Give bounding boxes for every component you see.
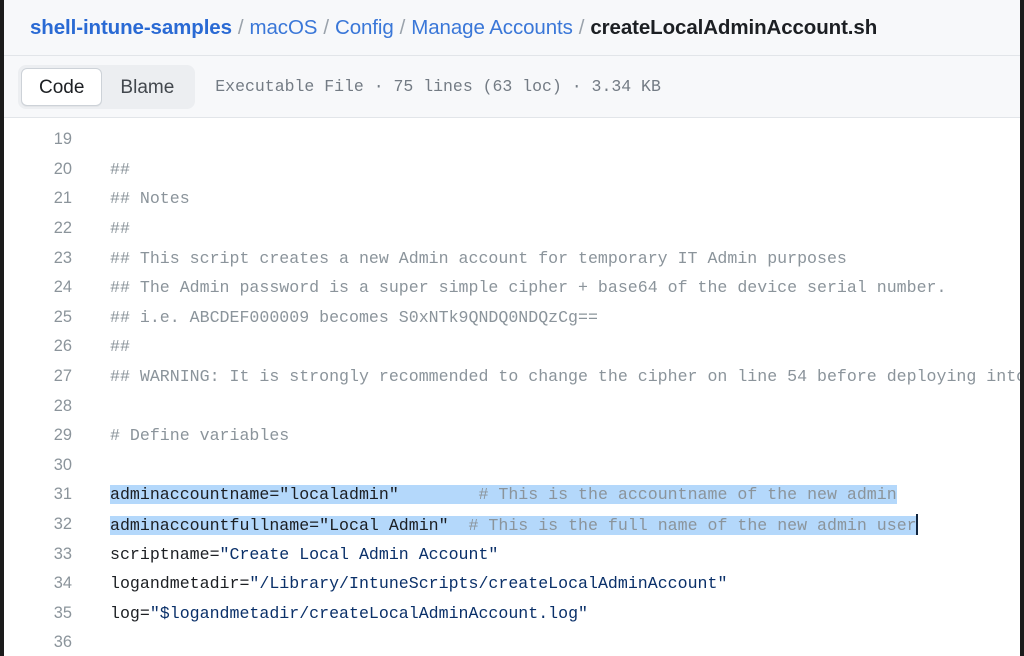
line-number[interactable]: 22	[4, 219, 86, 238]
line-content[interactable]: ## The Admin password is a super simple …	[86, 278, 1020, 297]
breadcrumb-link-1[interactable]: macOS	[250, 16, 318, 40]
line-number[interactable]: 36	[4, 633, 86, 647]
line-number[interactable]: 34	[4, 574, 86, 593]
line-content[interactable]: ## Notes	[86, 189, 1020, 208]
breadcrumb-link-3[interactable]: Manage Accounts	[411, 16, 573, 40]
code-line: 28	[4, 391, 1020, 421]
line-content[interactable]: adminaccountname="localadmin" # This is …	[86, 485, 1020, 505]
code-line: 33 scriptname="Create Local Admin Account…	[4, 539, 1020, 569]
code-token-plain: log=	[110, 603, 150, 623]
line-content[interactable]: ## This script creates a new Admin accou…	[86, 249, 1020, 268]
breadcrumb-current-file: createLocalAdminAccount.sh	[590, 15, 878, 39]
code-token-comment: ## i.e. ABCDEF000009 becomes S0xNTk9QNDQ…	[110, 307, 598, 327]
line-number[interactable]: 35	[4, 604, 86, 623]
code-token-comment: ## The Admin password is a super simple …	[110, 278, 947, 298]
code-line: 30	[4, 451, 1020, 481]
code-token-plain: adminaccountfullname="Local Admin"	[110, 516, 449, 536]
code-token-comment: # This is the full name of the new admin…	[468, 516, 917, 536]
code-line: 34 logandmetadir="/Library/IntuneScripts/…	[4, 569, 1020, 599]
code-line: 22 ##	[4, 214, 1020, 244]
line-number[interactable]: 23	[4, 249, 86, 268]
line-content[interactable]: log="$logandmetadir/createLocalAdminAcco…	[86, 604, 1020, 623]
code-token-plain: adminaccountname="localadmin"	[110, 485, 399, 505]
code-token-plain: scriptname=	[110, 544, 220, 564]
code-line: 32 adminaccountfullname="Local Admin" # T…	[4, 510, 1020, 540]
code-token-comment: ##	[110, 159, 130, 179]
line-number[interactable]: 28	[4, 397, 86, 416]
line-content[interactable]: ##	[86, 337, 1020, 356]
code-line: 19	[4, 125, 1020, 155]
breadcrumb-link-2[interactable]: Config	[335, 16, 394, 40]
code-line: 35 log="$logandmetadir/createLocalAdminAc…	[4, 599, 1020, 629]
code-token-string: "Create Local Admin Account"	[219, 544, 499, 564]
code-token-comment: ##	[110, 219, 130, 239]
line-content[interactable]: ## i.e. ABCDEF000009 becomes S0xNTk9QNDQ…	[86, 308, 1020, 327]
line-number[interactable]: 33	[4, 545, 86, 564]
breadcrumb-separator: /	[323, 15, 329, 39]
code-token-comment: ## WARNING: It is strongly recommended t…	[110, 367, 1020, 387]
code-token-comment: # Define variables	[110, 426, 290, 446]
code-token-plain	[398, 485, 479, 505]
code-token-plain: logandmetadir=	[110, 574, 250, 594]
code-blame-toggle[interactable]: Code Blame	[18, 64, 196, 109]
breadcrumb-link-0[interactable]: shell-intune-samples	[30, 16, 232, 40]
file-metadata-text: Executable File · 75 lines (63 loc) · 3.…	[215, 77, 661, 96]
line-number[interactable]: 26	[4, 337, 86, 356]
code-token-string: "/Library/IntuneScripts/createLocalAdmin…	[249, 574, 728, 594]
code-token-string: "$logandmetadir/createLocalAdminAccount.…	[149, 603, 588, 623]
line-number[interactable]: 25	[4, 308, 86, 327]
line-number[interactable]: 20	[4, 160, 86, 179]
code-line: 26 ##	[4, 332, 1020, 362]
line-number[interactable]: 30	[4, 456, 86, 475]
code-line: 27 ## WARNING: It is strongly recommended…	[4, 362, 1020, 392]
code-token-comment: ## This script creates a new Admin accou…	[110, 248, 847, 268]
code-viewer[interactable]: 19 20 ## 21 ## Notes 22 ## 23 ## This script cre…	[4, 118, 1020, 647]
breadcrumb: shell-intune-samples / macOS / Config / Manage…	[30, 16, 877, 40]
code-line: 31 adminaccountname="localadmin" # This i…	[4, 480, 1020, 510]
code-line: 36	[4, 628, 1020, 647]
code-line: 21 ## Notes	[4, 184, 1020, 214]
line-content[interactable]: ##	[86, 160, 1020, 179]
line-content[interactable]: ##	[86, 219, 1020, 238]
code-token-plain	[448, 516, 469, 536]
line-content[interactable]: logandmetadir="/Library/IntuneScripts/cr…	[86, 574, 1020, 593]
file-viewer-window: shell-intune-samples / macOS / Config / Manage…	[0, 0, 1024, 656]
code-line: 29 # Define variables	[4, 421, 1020, 451]
code-line: 20 ##	[4, 155, 1020, 185]
breadcrumb-separator: /	[399, 15, 406, 39]
line-content[interactable]: adminaccountfullname="Local Admin" # Thi…	[86, 514, 1020, 536]
breadcrumb-separator: /	[237, 15, 244, 39]
line-number[interactable]: 24	[4, 278, 86, 297]
code-token-comment: ## Notes	[110, 189, 190, 209]
line-number[interactable]: 27	[4, 367, 86, 386]
code-token-comment: ##	[110, 337, 130, 357]
code-line: 24 ## The Admin password is a super simpl…	[4, 273, 1020, 303]
line-number[interactable]: 29	[4, 426, 86, 445]
tab-code[interactable]: Code	[21, 67, 103, 106]
line-content[interactable]: ## WARNING: It is strongly recommended t…	[86, 367, 1020, 386]
file-toolbar: Code Blame Executable File · 75 lines (63…	[4, 56, 1020, 118]
line-content[interactable]: # Define variables	[86, 426, 1020, 445]
code-line: 23 ## This script creates a new Admin acc…	[4, 243, 1020, 273]
line-number[interactable]: 32	[4, 515, 86, 534]
tab-blame[interactable]: Blame	[102, 68, 192, 106]
line-number[interactable]: 31	[4, 485, 86, 504]
line-content[interactable]: scriptname="Create Local Admin Account"	[86, 545, 1020, 564]
code-token-comment: # This is the accountname of the new adm…	[478, 485, 897, 505]
code-line: 25 ## i.e. ABCDEF000009 becomes S0xNTk9QN…	[4, 303, 1020, 333]
line-number[interactable]: 21	[4, 189, 86, 208]
line-number[interactable]: 19	[4, 130, 86, 149]
breadcrumb-separator: /	[578, 15, 585, 39]
text-caret	[915, 514, 918, 536]
breadcrumb-bar: shell-intune-samples / macOS / Config / Manage…	[4, 0, 1020, 56]
